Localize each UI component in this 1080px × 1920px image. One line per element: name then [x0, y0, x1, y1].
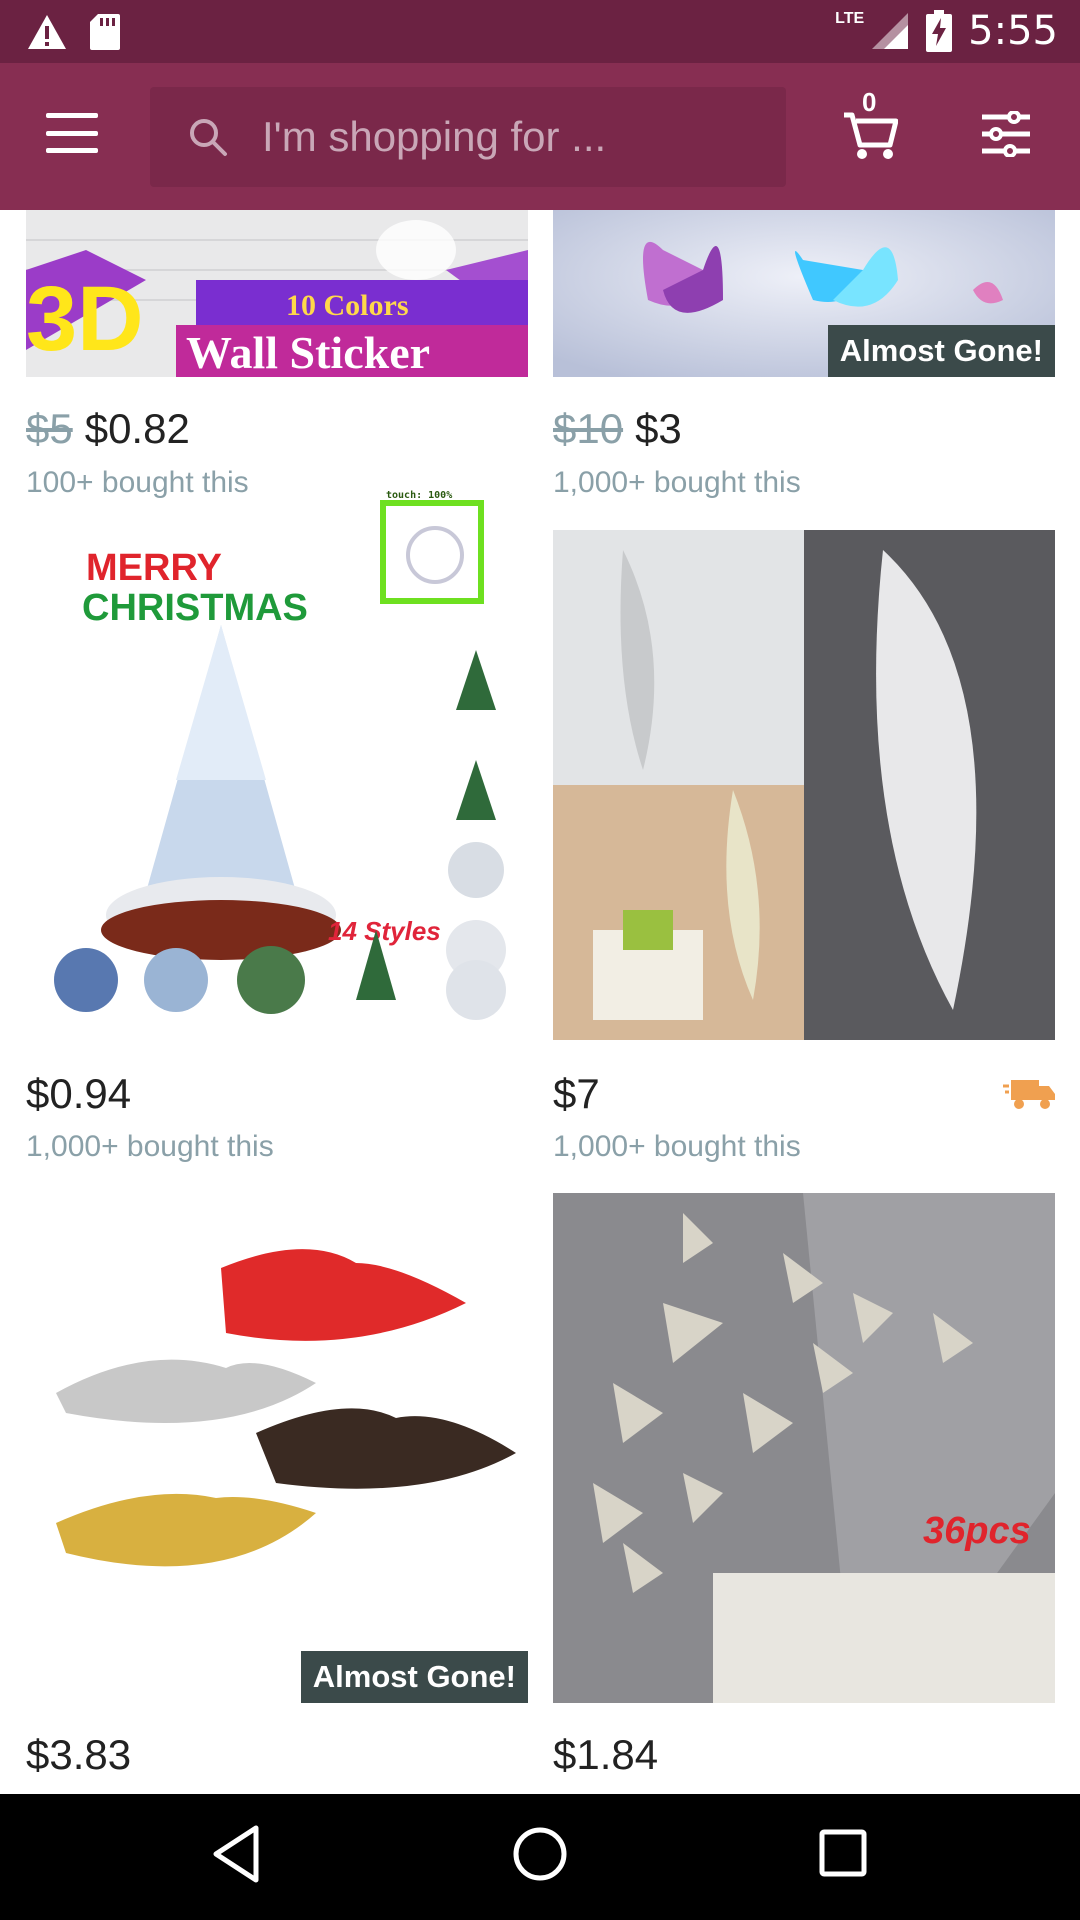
price-row: $0.94 — [26, 1070, 131, 1118]
price-row: $7 — [553, 1070, 600, 1118]
image-text-36pcs: 36pcs — [923, 1510, 1031, 1552]
bought-count: 1,000+ bought this — [553, 466, 801, 499]
app-header: I'm shopping for ... 0 — [0, 63, 1080, 210]
back-icon[interactable] — [212, 1824, 260, 1884]
warning-icon — [28, 15, 66, 49]
product-image: 10 Colors Wall Sticker 3D — [26, 210, 528, 377]
product-card[interactable]: Almost Gone! $10 $3 1,000+ bought this — [553, 210, 1055, 510]
search-icon — [190, 119, 227, 156]
sale-price: $3 — [635, 405, 682, 452]
filter-button[interactable] — [980, 110, 1032, 158]
image-text-colors: 10 Colors — [286, 289, 409, 322]
sale-price: $7 — [553, 1070, 600, 1117]
product-card[interactable]: $7 1,000+ bought this — [553, 530, 1055, 1170]
almost-gone-badge: Almost Gone! — [300, 1651, 528, 1703]
product-image: Almost Gone! — [26, 1193, 528, 1703]
product-image — [553, 530, 1055, 1040]
product-card[interactable]: Almost Gone! $3.83 — [26, 1193, 528, 1794]
cart-count: 0 — [862, 87, 877, 117]
product-card[interactable]: 36pcs $1.84 — [553, 1193, 1055, 1794]
bought-count: 100+ bought this — [26, 466, 249, 499]
search-placeholder: I'm shopping for ... — [262, 113, 607, 160]
price-row: $1.84 — [553, 1731, 658, 1779]
product-card[interactable]: MERRY CHRISTMAS 14 Styles $0.94 1,000+ b… — [26, 530, 528, 1170]
menu-icon[interactable] — [46, 113, 98, 153]
bought-count: 1,000+ bought this — [26, 1130, 274, 1163]
product-card[interactable]: 10 Colors Wall Sticker 3D $5 $0.82 100+ b… — [26, 210, 528, 510]
image-text-merry: MERRY — [86, 547, 222, 589]
product-grid: 10 Colors Wall Sticker 3D $5 $0.82 100+ b… — [0, 210, 1080, 1794]
price-row: $5 $0.82 — [26, 405, 190, 453]
sale-price: $3.83 — [26, 1731, 132, 1778]
sd-card-icon — [90, 14, 120, 50]
original-price: $5 — [26, 405, 73, 452]
touch-ring — [406, 526, 464, 584]
network-type: LTE — [835, 10, 865, 27]
touch-label: touch: 100% — [386, 490, 453, 501]
product-image: 36pcs — [553, 1193, 1055, 1703]
price-row: $3.83 — [26, 1731, 131, 1779]
cart-button[interactable]: 0 — [842, 87, 899, 161]
touch-indicator: touch: 100% — [380, 490, 484, 604]
filter-icon — [982, 110, 1030, 158]
image-text-styles: 14 Styles — [328, 916, 441, 946]
sale-price: $1.84 — [553, 1731, 659, 1778]
product-image: Almost Gone! — [553, 210, 1055, 377]
image-text-christmas: CHRISTMAS — [82, 587, 308, 629]
battery-charging-icon — [926, 10, 953, 52]
original-price: $10 — [553, 405, 624, 452]
image-text-3d: 3D — [26, 268, 144, 370]
almost-gone-badge: Almost Gone! — [827, 325, 1055, 377]
clock: 5:55 — [968, 8, 1058, 54]
system-nav-bar — [0, 1794, 1080, 1920]
recents-icon[interactable] — [818, 1824, 868, 1884]
search-bar[interactable]: I'm shopping for ... — [150, 87, 786, 187]
status-bar: LTE 5:55 — [0, 0, 1080, 63]
image-text-main: Wall Sticker — [186, 327, 430, 377]
product-image: MERRY CHRISTMAS 14 Styles — [26, 530, 528, 1040]
home-icon[interactable] — [510, 1824, 570, 1884]
signal-icon — [872, 13, 909, 49]
price-row: $10 $3 — [553, 405, 682, 453]
fast-shipping-truck-icon — [1003, 1080, 1055, 1109]
sale-price: $0.94 — [26, 1070, 132, 1117]
sale-price: $0.82 — [84, 405, 190, 452]
bought-count: 1,000+ bought this — [553, 1130, 801, 1163]
